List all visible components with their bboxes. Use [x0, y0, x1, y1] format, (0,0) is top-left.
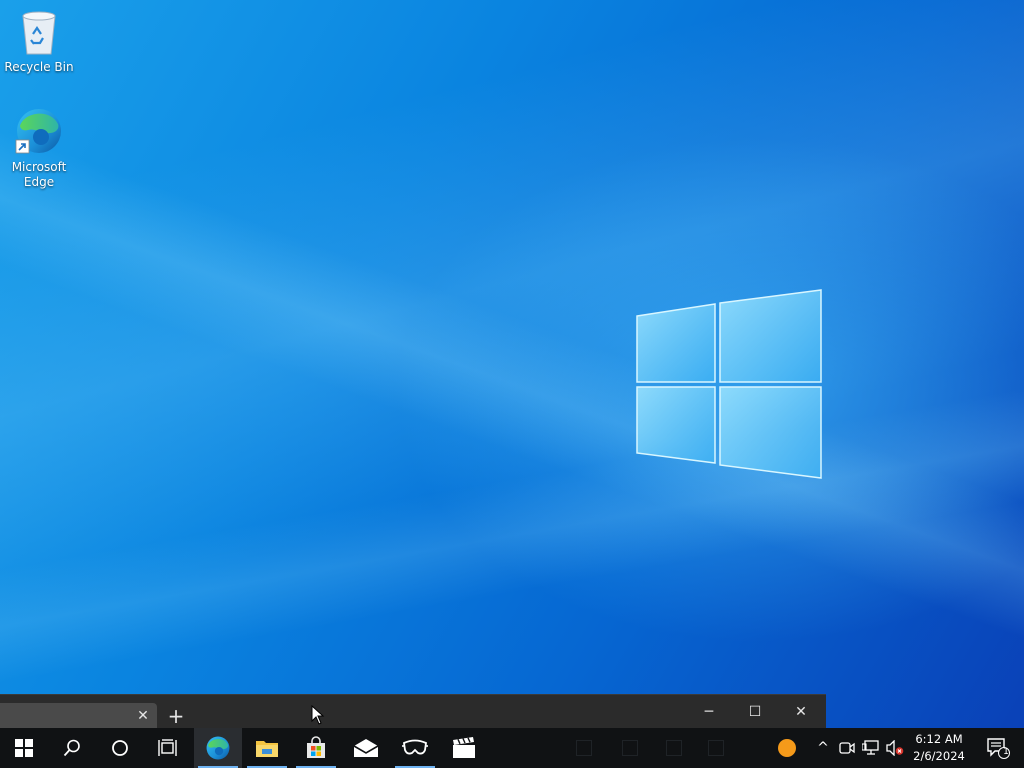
minimize-button[interactable]: ─ — [694, 701, 724, 723]
search-icon — [63, 739, 80, 757]
desktop-icon-label: Recycle Bin — [4, 60, 74, 74]
desktop-icon-microsoft-edge[interactable]: Microsoft Edge — [1, 106, 77, 190]
tray-volume-muted-icon[interactable] — [884, 728, 906, 768]
desktop-icon-label: Microsoft Edge — [11, 160, 67, 189]
task-view-button[interactable] — [144, 728, 192, 768]
search-button[interactable] — [48, 728, 96, 768]
close-button[interactable]: ✕ — [786, 701, 816, 723]
windows-icon — [15, 739, 33, 757]
headset-icon — [402, 739, 428, 755]
taskbar-file-explorer-button[interactable] — [243, 728, 291, 768]
faded-tray-icon — [622, 740, 638, 756]
edge-icon — [206, 736, 230, 760]
action-center-button[interactable]: 1 — [978, 728, 1018, 768]
taskbar: ^ 6:12 AM 2/6/2024 1 — [0, 728, 1024, 768]
circle-icon — [112, 740, 128, 756]
orange-circle-icon — [778, 739, 796, 757]
faded-tray-icon — [708, 740, 724, 756]
tab-close-icon[interactable]: ✕ — [135, 708, 151, 724]
recycle-bin-icon — [22, 11, 56, 55]
taskbar-edge-button[interactable] — [194, 728, 242, 768]
chevron-up-icon: ^ — [817, 740, 829, 756]
taskbar-mail-button[interactable] — [342, 728, 390, 768]
taskbar-store-button[interactable] — [292, 728, 340, 768]
folder-icon — [256, 741, 278, 757]
store-icon — [307, 736, 325, 758]
faded-tray-icon — [666, 740, 682, 756]
speaker-muted-icon — [886, 740, 904, 756]
tray-meet-now-icon[interactable] — [836, 728, 858, 768]
tray-orange-app-icon[interactable] — [776, 728, 798, 768]
network-icon — [862, 740, 879, 755]
clock-date: 2/6/2024 — [913, 749, 965, 763]
taskbar-clock[interactable]: 6:12 AM 2/6/2024 — [906, 731, 972, 765]
taskbar-movies-button[interactable] — [440, 728, 488, 768]
mail-icon — [353, 739, 379, 757]
cortana-button[interactable] — [96, 728, 144, 768]
camera-icon — [839, 742, 855, 754]
wallpaper-light-beam — [0, 0, 1024, 768]
browser-tab[interactable] — [0, 703, 157, 729]
maximize-button[interactable]: ☐ — [740, 701, 770, 723]
clapper-icon — [453, 737, 475, 758]
taskbar-mixed-reality-button[interactable] — [391, 728, 439, 768]
windows-logo-wallpaper — [636, 289, 822, 479]
new-tab-button[interactable]: + — [166, 706, 186, 726]
tray-network-icon[interactable] — [860, 728, 882, 768]
task-view-icon — [158, 739, 177, 756]
clock-time: 6:12 AM — [915, 732, 963, 746]
notification-count-badge: 1 — [1003, 747, 1009, 757]
show-hidden-icons-button[interactable]: ^ — [812, 728, 834, 768]
start-button[interactable] — [0, 728, 48, 768]
browser-window-strip[interactable]: ✕ + ─ ☐ ✕ — [0, 694, 826, 729]
mouse-cursor-icon — [311, 705, 325, 725]
desktop-icon-recycle-bin[interactable]: Recycle Bin — [1, 8, 77, 75]
edge-icon — [15, 109, 61, 154]
faded-tray-icon — [576, 740, 592, 756]
